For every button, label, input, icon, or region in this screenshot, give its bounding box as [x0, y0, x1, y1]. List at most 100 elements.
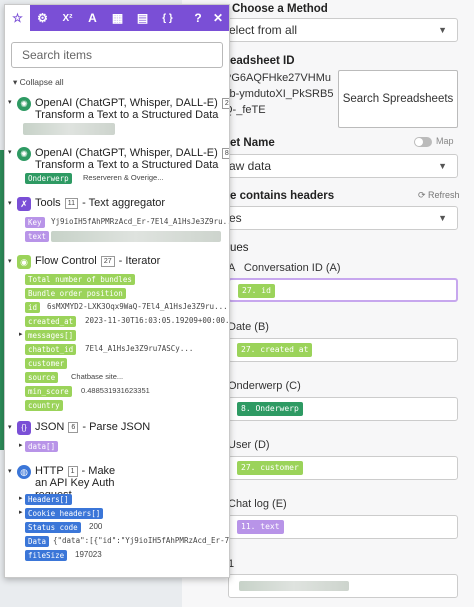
item-value: 2023-11-30T16:03:05.19209+00:00... — [85, 316, 230, 325]
module-subtitle: Transform a Text to a Structured Data — [35, 109, 219, 121]
map-toggle[interactable] — [414, 137, 432, 147]
field-conversation-id[interactable]: 27. id — [228, 278, 458, 302]
sheet-name-value: aw data — [229, 159, 272, 173]
blurred-item — [23, 123, 115, 135]
field-label-d: User (D) — [228, 439, 270, 451]
module-badge: 1 — [67, 466, 78, 477]
method-select-value: elect from all — [229, 23, 298, 37]
item-value: Yj9ioIH5fAhPMRzAcd_Er-7El4_A1HsJe3Z9ru..… — [51, 217, 230, 226]
collapse-all-label: Collapse all — [19, 77, 64, 87]
blurred-value — [239, 581, 349, 591]
item-tag[interactable]: Data — [25, 536, 50, 547]
caret-down-icon[interactable]: ▾ — [8, 148, 12, 156]
module-badge: 23 — [221, 98, 229, 109]
module-subtitle: Iterator — [125, 255, 161, 267]
braces-icon[interactable]: { } — [155, 5, 180, 31]
mapped-pill[interactable]: 27. id — [238, 284, 275, 298]
item-picker-popup: ☆ ⚙ X² A ▦ ▤ { } ? ✕ ▾ Collapse all ▾ ✺ … — [4, 4, 230, 578]
item-tag[interactable]: source — [25, 372, 59, 383]
item-tag[interactable]: text — [25, 231, 50, 242]
collapse-all-button[interactable]: ▾ Collapse all — [13, 77, 64, 88]
item-tag[interactable]: Status code — [25, 522, 81, 533]
chevron-down-icon: ▼ — [438, 25, 447, 35]
search-spreadsheets-button[interactable]: Search Spreadsheets — [338, 70, 458, 128]
caret-down-icon[interactable]: ▾ — [8, 257, 12, 265]
item-value: Reserveren & Overige... — [83, 173, 164, 182]
item-tag[interactable]: Bundle order position — [25, 288, 126, 299]
module-title: OpenAI (ChatGPT, Whisper, DALL-E) 23 -Tr… — [35, 97, 229, 121]
sheet-name-label: et Name — [230, 137, 275, 149]
caret-right-icon[interactable]: ▸ — [19, 441, 23, 449]
module-name: Tools — [35, 197, 61, 209]
close-icon[interactable]: ✕ — [207, 5, 229, 31]
item-tag[interactable]: messages[] — [25, 330, 77, 341]
calendar-icon[interactable]: ▦ — [105, 5, 130, 31]
help-icon[interactable]: ? — [189, 5, 207, 31]
mapped-pill[interactable]: 11. text — [237, 520, 284, 534]
spreadsheet-id-value[interactable]: PG6AQFHke27VHMu sb-ymdutoXI_PkSRB5 Q-_fe… — [224, 70, 336, 126]
gear-icon[interactable]: ⚙ — [30, 5, 55, 31]
item-tag[interactable]: Total number of bundles — [25, 274, 135, 285]
mapped-pill[interactable]: 8. Onderwerp — [237, 402, 303, 416]
module-subtitle: Text aggregator — [88, 197, 166, 209]
field-label-a: A Conversation ID (A) — [228, 262, 341, 274]
mapped-pill[interactable]: 27. created at — [237, 343, 313, 357]
picker-toolbar: ☆ ⚙ X² A ▦ ▤ { } ? ✕ — [5, 5, 229, 31]
module-name: OpenAI (ChatGPT, Whisper, DALL-E) — [35, 97, 218, 109]
item-tag[interactable]: min_score — [25, 386, 72, 397]
caret-down-icon[interactable]: ▾ — [8, 423, 12, 431]
module-subtitle: Parse JSON — [89, 421, 151, 433]
field-f[interactable] — [228, 574, 458, 598]
item-tag[interactable]: customer — [25, 358, 68, 369]
font-icon[interactable]: A — [80, 5, 105, 31]
item-tag[interactable]: Onderwerp — [25, 173, 72, 184]
module-badge: 6 — [68, 422, 79, 433]
field-onderwerp[interactable]: 8. Onderwerp — [228, 397, 458, 421]
blurred-item — [51, 231, 221, 242]
table-icon[interactable]: ▤ — [130, 5, 155, 31]
item-value: 200 — [89, 522, 103, 531]
field-chat-log[interactable]: 11. text — [228, 515, 458, 539]
item-value: 6sMXMYD2-LXK3Oqx9WaQ-7El4_A1HsJe3Z9ru... — [47, 302, 228, 311]
caret-down-icon[interactable]: ▾ — [8, 98, 12, 106]
refresh-button[interactable]: ⟳ Refresh — [418, 190, 460, 201]
module-name: OpenAI (ChatGPT, Whisper, DALL-E) — [35, 147, 218, 159]
item-tag[interactable]: Headers[] — [25, 494, 72, 505]
module-name: Flow Control — [35, 255, 97, 267]
item-tag[interactable]: created_at — [25, 316, 77, 327]
item-tag[interactable]: chatbot_id — [25, 344, 77, 355]
module-badge: 27 — [100, 256, 115, 267]
superscript-icon[interactable]: X² — [55, 5, 80, 31]
caret-down-icon[interactable]: ▾ — [8, 467, 12, 475]
field-date[interactable]: 27. created at — [228, 338, 458, 362]
globe-icon: ◍ — [17, 465, 31, 479]
module-title: Flow Control 27 - Iterator — [35, 255, 161, 267]
caret-right-icon[interactable]: ▸ — [19, 330, 23, 338]
caret-right-icon[interactable]: ▸ — [19, 494, 23, 502]
tools-icon: ✗ — [17, 197, 31, 211]
openai-icon: ✺ — [17, 97, 31, 111]
item-tag[interactable]: Cookie headers[] — [25, 508, 104, 519]
json-icon: {} — [17, 421, 31, 435]
field-label-e: Chat log (E) — [228, 498, 287, 510]
star-icon[interactable]: ☆ — [5, 5, 30, 31]
search-input[interactable] — [11, 42, 223, 68]
values-label: ues — [230, 242, 249, 254]
item-tag[interactable]: country — [25, 400, 63, 411]
caret-down-icon[interactable]: ▾ — [8, 199, 12, 207]
caret-right-icon[interactable]: ▸ — [19, 508, 23, 516]
caret-down-icon: ▾ — [13, 77, 20, 87]
item-tag[interactable]: fileSize — [25, 550, 68, 561]
item-tag[interactable]: data[] — [25, 441, 59, 452]
item-tag[interactable]: Key — [25, 217, 45, 228]
iterator-icon: ◉ — [17, 255, 31, 269]
mapped-pill[interactable]: 27. customer — [237, 461, 303, 475]
chevron-down-icon: ▼ — [438, 161, 447, 171]
chevron-down-icon: ▼ — [438, 213, 447, 223]
item-value: 0.488531931623351 — [81, 386, 150, 395]
item-tag[interactable]: id — [25, 302, 41, 313]
item-value: 197023 — [75, 550, 102, 559]
headers-value: es — [229, 211, 242, 225]
item-value: 7El4_A1HsJe3Z9ru7ASCy... — [85, 344, 194, 353]
field-user[interactable]: 27. customer — [228, 456, 458, 480]
